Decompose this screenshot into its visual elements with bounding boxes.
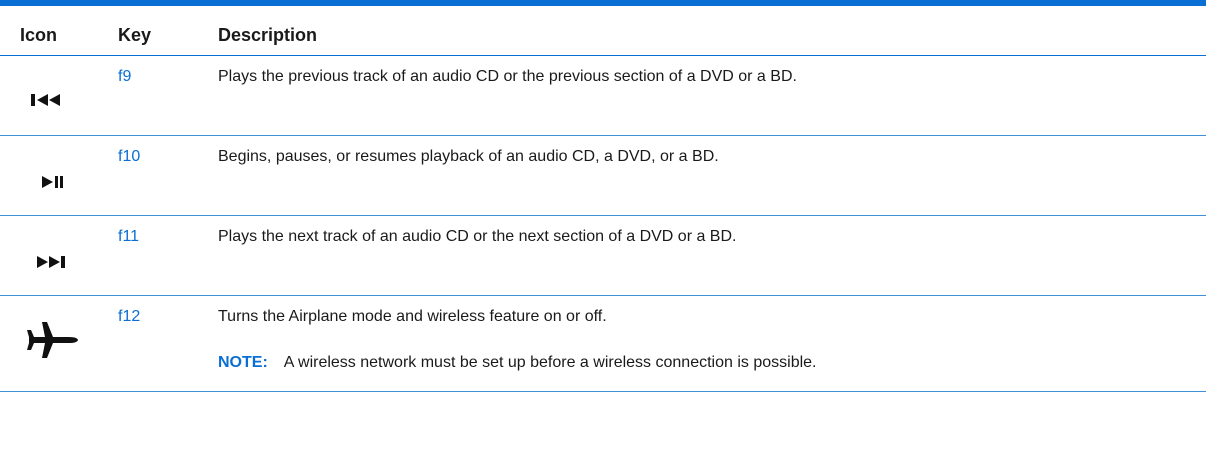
- description-text: Begins, pauses, or resumes playback of a…: [218, 148, 719, 165]
- next-track-icon: [20, 246, 84, 278]
- description-text: Plays the next track of an audio CD or t…: [218, 228, 737, 245]
- key-label: f11: [118, 228, 140, 245]
- header-key-label: Key: [118, 25, 152, 45]
- key-label: f12: [118, 308, 141, 325]
- play-pause-icon: [20, 166, 84, 198]
- table-row: f9 Plays the previous track of an audio …: [0, 56, 1206, 136]
- key-label: f9: [118, 68, 132, 85]
- header-description-label: Description: [218, 25, 318, 45]
- airplane-icon: [20, 318, 84, 362]
- key-label: f10: [118, 148, 141, 165]
- description-text: Plays the previous track of an audio CD …: [218, 68, 797, 85]
- table-header: Icon Key Description: [0, 12, 1206, 56]
- table-row: f12 Turns the Airplane mode and wireless…: [0, 296, 1206, 392]
- previous-track-icon: [20, 84, 84, 116]
- table-row: f11 Plays the next track of an audio CD …: [0, 216, 1206, 296]
- header-icon-label: Icon: [20, 25, 58, 45]
- table-row: f10 Begins, pauses, or resumes playback …: [0, 136, 1206, 216]
- description-text: Turns the Airplane mode and wireless fea…: [218, 308, 607, 325]
- action-keys-table: Icon Key Description f9 Plays the previo…: [0, 0, 1206, 459]
- note: NOTE: A wireless network must be set up b…: [218, 354, 816, 372]
- note-text: A wireless network must be set up before…: [283, 354, 817, 371]
- note-label: NOTE:: [218, 354, 268, 371]
